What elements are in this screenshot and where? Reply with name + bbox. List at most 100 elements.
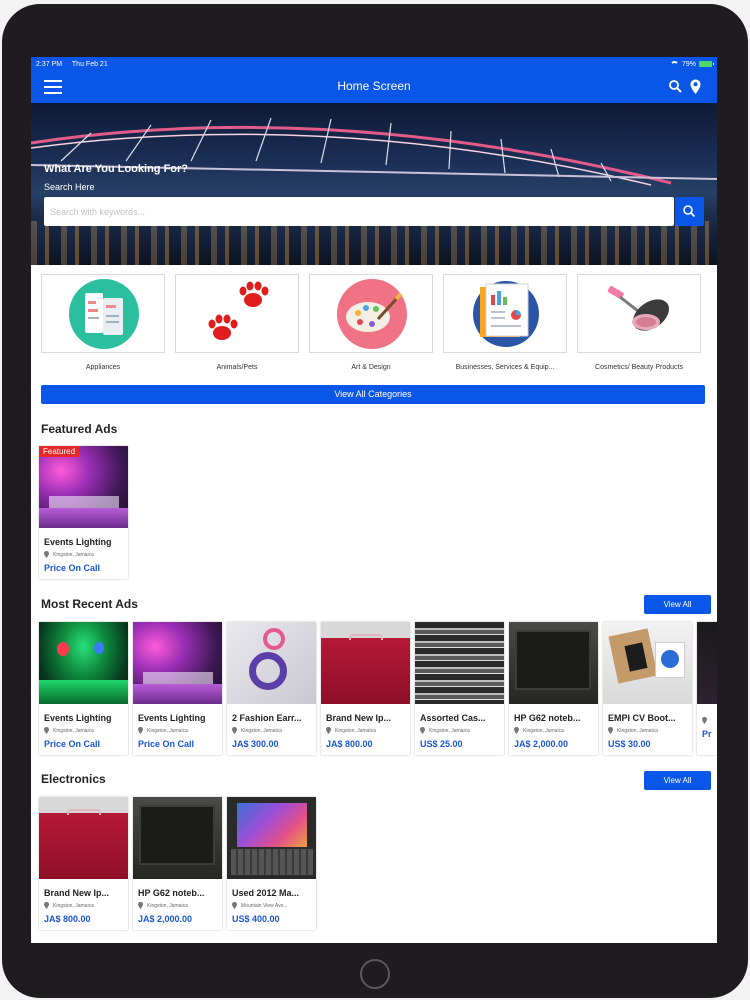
ad-price: JA$ 800.00	[44, 914, 91, 924]
ad-card[interactable]: HP G62 noteb... Kingston, Jamaica JA$ 2,…	[133, 797, 222, 930]
ad-image	[415, 622, 504, 704]
ad-card[interactable]: Used 2012 Ma... Mountain View Ave... US$…	[227, 797, 316, 930]
electronics-title: Electronics	[41, 772, 106, 786]
ad-price: US$ 400.00	[232, 914, 280, 924]
status-bar: 2:37 PM Thu Feb 21 79%	[31, 57, 717, 71]
ad-title: 2 Fashion Earr...	[232, 713, 302, 723]
featured-badge: Featured	[39, 446, 80, 457]
ad-title: EMPI CV Boot...	[608, 713, 676, 723]
location-pin-icon	[232, 727, 237, 734]
ad-location: Kingston, Jamaica	[138, 902, 222, 909]
hero-question: What Are You Looking For?	[44, 163, 189, 175]
ad-title: HP G62 noteb...	[138, 888, 205, 898]
ad-location: Kingston, Jamaica	[138, 727, 222, 734]
ad-card[interactable]: EMPI CV Boot... Kingston, Jamaica US$ 30…	[603, 622, 692, 755]
battery-percent: 79%	[681, 60, 696, 68]
ad-location-text: Kingston, Jamaica	[53, 902, 94, 909]
top-nav-bar: Home Screen	[31, 71, 717, 103]
ad-location: Kingston, Jamaica	[44, 551, 128, 558]
ad-image	[133, 797, 222, 879]
ad-card[interactable]: 2 Fashion Earr... Kingston, Jamaica JA$ …	[227, 622, 316, 755]
status-time: 2:37 PM	[36, 60, 63, 68]
category-label: Art & Design	[351, 364, 391, 371]
ad-card[interactable]: Featured Events Lighting Kingston, Jamai…	[39, 446, 128, 579]
view-all-categories-button[interactable]: View All Categories	[41, 385, 705, 404]
location-pin-icon	[420, 727, 425, 734]
ad-location-text: Kingston, Jamaica	[335, 727, 376, 734]
ad-location: Kingston, Jamaica	[608, 727, 692, 734]
ad-card[interactable]: Brand New Ip... Kingston, Jamaica JA$ 80…	[39, 797, 128, 930]
ad-card[interactable]: Events Lighting Kingston, Jamaica Price …	[133, 622, 222, 755]
ad-card[interactable]: Brand New Ip... Kingston, Jamaica JA$ 80…	[321, 622, 410, 755]
ad-title: Brand New Ip...	[326, 713, 392, 723]
ad-price: Price On Call	[44, 563, 101, 573]
category-strip: Appliances Animals/Pets Art & Design Bus…	[40, 272, 710, 404]
location-pin-icon	[138, 902, 143, 909]
category-label: Cosmetics/ Beauty Products	[595, 364, 683, 371]
location-pin-icon	[702, 717, 707, 724]
ad-location: Kingston, Jamaica	[326, 727, 410, 734]
ad-location-text: Kingston, Jamaica	[147, 902, 188, 909]
ad-image	[697, 622, 717, 704]
ad-price: JA$ 800.00	[326, 739, 373, 749]
location-pin-icon	[44, 902, 49, 909]
ad-location-text: Kingston, Jamaica	[429, 727, 470, 734]
ad-title: Brand New Ip...	[44, 888, 110, 898]
palette-icon	[337, 279, 407, 349]
ad-card[interactable]: Events Lighting Kingston, Jamaica Price …	[39, 622, 128, 755]
hero-subtitle: Search Here	[44, 182, 95, 192]
category-businesses-services[interactable]: Businesses, Services & Equip...	[443, 274, 567, 371]
category-label: Appliances	[85, 364, 121, 371]
featured-ads-title: Featured Ads	[41, 422, 118, 436]
ad-title: Assorted Cas...	[420, 713, 486, 723]
search-button[interactable]	[675, 197, 704, 226]
ad-location: Kingston, Jamaica	[420, 727, 504, 734]
ad-price: JA$ 300.00	[232, 739, 279, 749]
most-recent-ads-title: Most Recent Ads	[41, 597, 138, 611]
home-button[interactable]	[360, 959, 390, 989]
ad-card[interactable]: Assorted Cas... Kingston, Jamaica US$ 25…	[415, 622, 504, 755]
ad-location-text: Mountain View Ave...	[241, 902, 288, 909]
category-appliances[interactable]: Appliances	[41, 274, 165, 371]
ad-location-text: Kingston, Jamaica	[147, 727, 188, 734]
location-pin-icon	[232, 902, 237, 909]
ad-image	[227, 622, 316, 704]
ad-price: Price On Call	[138, 739, 195, 749]
location-pin-icon[interactable]	[690, 79, 701, 95]
recent-view-all-button[interactable]: View All	[644, 595, 711, 614]
keyword-search-input[interactable]	[44, 197, 674, 226]
ad-location	[702, 717, 717, 724]
category-label: Businesses, Services & Equip...	[455, 364, 555, 371]
ad-image	[227, 797, 316, 879]
ad-location-text: Kingston, Jamaica	[53, 551, 94, 558]
ad-price: US$ 30.00	[608, 739, 651, 749]
ad-image	[39, 446, 128, 528]
ad-image	[321, 622, 410, 704]
ad-image	[509, 622, 598, 704]
ad-location: Kingston, Jamaica	[514, 727, 598, 734]
ad-location-text: Kingston, Jamaica	[241, 727, 282, 734]
search-icon	[683, 205, 696, 218]
location-pin-icon	[138, 727, 143, 734]
ad-location: Mountain View Ave...	[232, 902, 316, 909]
category-art-design[interactable]: Art & Design	[309, 274, 433, 371]
ad-title: Events Lighting	[138, 713, 206, 723]
ad-card[interactable]: HP G62 noteb... Kingston, Jamaica JA$ 2,…	[509, 622, 598, 755]
ad-image	[39, 797, 128, 879]
ad-card[interactable]: Pr	[697, 622, 717, 755]
page-title: Home Screen	[337, 79, 411, 93]
ad-title: Used 2012 Ma...	[232, 888, 300, 898]
cosmetics-icon	[607, 286, 670, 331]
ad-location: Kingston, Jamaica	[44, 727, 128, 734]
ad-location: Kingston, Jamaica	[44, 902, 128, 909]
search-icon[interactable]	[669, 80, 682, 93]
ad-price: Price On Call	[44, 739, 101, 749]
category-animals-pets[interactable]: Animals/Pets	[175, 274, 299, 371]
location-pin-icon	[44, 551, 49, 558]
electronics-view-all-button[interactable]: View All	[644, 771, 711, 790]
ad-image	[603, 622, 692, 704]
category-cosmetics[interactable]: Cosmetics/ Beauty Products	[577, 274, 701, 371]
ad-price: Pr	[702, 729, 712, 739]
ad-price: US$ 25.00	[420, 739, 463, 749]
paw-prints-icon	[208, 281, 269, 340]
